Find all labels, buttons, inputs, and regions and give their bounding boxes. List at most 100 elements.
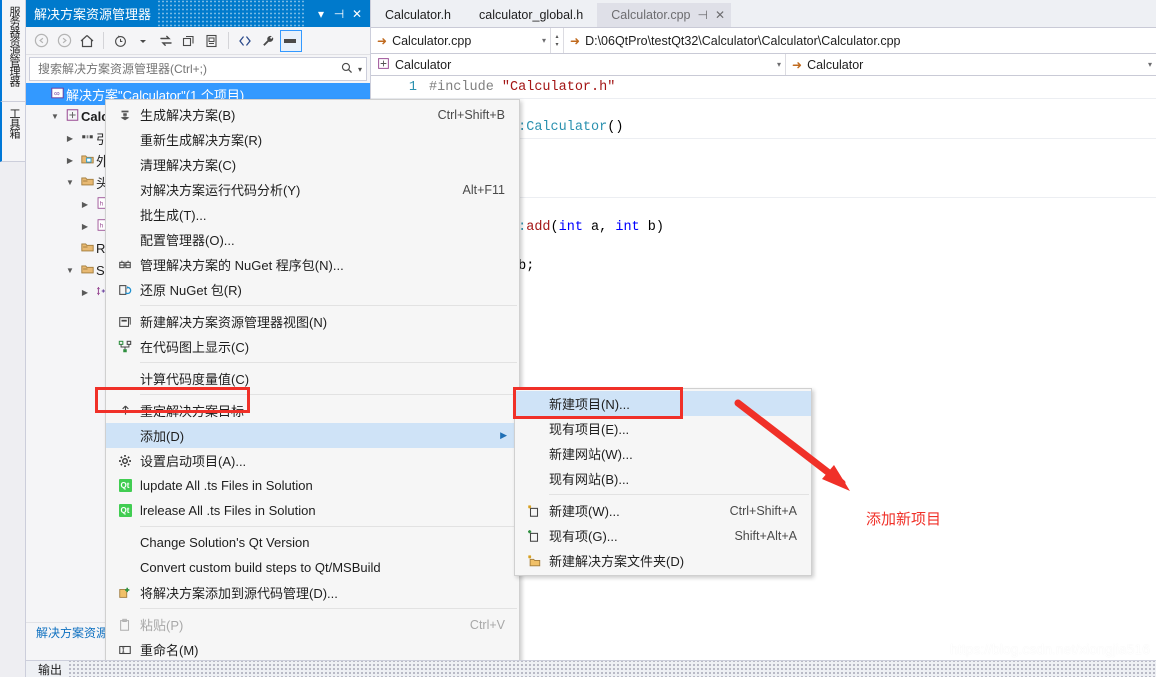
menu-item[interactable]: 新建项目(N)...: [515, 391, 811, 416]
editor-tab-calculator-h[interactable]: Calculator.h: [371, 3, 465, 27]
menu-separator: [140, 362, 517, 363]
code-map-icon: [118, 340, 132, 354]
forward-arrow-icon[interactable]: [53, 30, 75, 52]
tab-label: Calculator.cpp: [611, 8, 691, 22]
menu-item-label: 重新生成解决方案(R): [140, 133, 263, 148]
menu-item[interactable]: 批生成(T)...: [106, 202, 519, 227]
file-path-value: D:\06QtPro\testQt32\Calculator\Calculato…: [585, 33, 901, 48]
vtab-toolbox[interactable]: 工具箱: [0, 102, 25, 162]
menu-item[interactable]: 在代码图上显示(C): [106, 334, 519, 359]
sync-with-active-document-icon[interactable]: [155, 30, 177, 52]
nuget-icon: [118, 258, 132, 272]
menu-item[interactable]: 新建网站(W)...: [515, 441, 811, 466]
spinner-down-icon[interactable]: ▾: [551, 41, 563, 49]
menu-item-label: 粘贴(P): [140, 618, 184, 633]
search-icon[interactable]: [340, 61, 354, 78]
chevron-down-icon[interactable]: ▾: [1148, 60, 1152, 69]
menu-item-label: 对解决方案运行代码分析(Y): [140, 183, 301, 198]
menu-item-label: Change Solution's Qt Version: [140, 535, 310, 550]
menu-item[interactable]: 添加(D) ▶: [106, 423, 519, 448]
solution-explorer-search[interactable]: ▾: [29, 57, 367, 81]
file-path-dropdown[interactable]: ➜ D:\06QtPro\testQt32\Calculator\Calcula…: [564, 28, 1156, 53]
menu-item[interactable]: Change Solution's Qt Version: [106, 530, 519, 555]
editor-tab-calculator-cpp[interactable]: Calculator.cpp ⊣ ✕: [597, 3, 731, 27]
pin-icon[interactable]: ⊣: [697, 8, 707, 22]
menu-item-label: 新建解决方案资源管理器视图(N): [140, 315, 328, 330]
chevron-down-icon[interactable]: ▾: [542, 36, 546, 45]
menu-item-label: 新建项(W)...: [549, 504, 620, 519]
qt-icon: Qt: [118, 504, 132, 517]
menu-item[interactable]: 重新生成解决方案(R): [106, 127, 519, 152]
menu-item-label: 清理解决方案(C): [140, 158, 237, 173]
menu-item[interactable]: 新建解决方案文件夹(D): [515, 548, 811, 573]
project-dropdown[interactable]: ➜ Calculator.cpp ▾: [371, 28, 551, 53]
collapsed-twisty-icon[interactable]: ▶: [77, 222, 93, 231]
menu-item[interactable]: 现有项(G)... Shift+Alt+A: [515, 523, 811, 548]
menu-item[interactable]: 设置启动项目(A)...: [106, 448, 519, 473]
menu-item-shortcut: Alt+F11: [462, 182, 506, 197]
menu-item: 粘贴(P) Ctrl+V: [106, 612, 519, 637]
solution-explorer-view-icon[interactable]: [280, 29, 302, 52]
collapsed-twisty-icon[interactable]: ▶: [77, 200, 93, 209]
close-icon[interactable]: ✕: [348, 4, 366, 24]
menu-item[interactable]: 重定解决方案目标: [106, 398, 519, 423]
menu-item[interactable]: 重命名(M): [106, 637, 519, 662]
menu-separator: [140, 608, 517, 609]
properties-view-icon[interactable]: [201, 30, 223, 52]
expanded-twisty-icon[interactable]: ▼: [62, 178, 78, 187]
menu-item-label: lupdate All .ts Files in Solution: [140, 478, 313, 493]
class-dropdown-value: Calculator: [395, 57, 452, 72]
menu-item-label: 生成解决方案(B): [140, 108, 236, 123]
menu-item[interactable]: 新建项(W)... Ctrl+Shift+A: [515, 498, 811, 523]
back-arrow-icon[interactable]: [30, 30, 52, 52]
spinner-up-icon[interactable]: ▴: [551, 33, 563, 41]
menu-item[interactable]: 生成解决方案(B) Ctrl+Shift+B: [106, 102, 519, 127]
search-input[interactable]: [36, 61, 340, 77]
search-dropdown-icon[interactable]: ▾: [358, 65, 362, 74]
menu-item[interactable]: 现有项目(E)...: [515, 416, 811, 441]
menu-item[interactable]: 管理解决方案的 NuGet 程序包(N)...: [106, 252, 519, 277]
pin-icon[interactable]: ⊣: [330, 4, 348, 24]
chevron-down-icon[interactable]: ▾: [312, 4, 330, 24]
tab-label: calculator_global.h: [479, 8, 584, 22]
vtab-server-explorer[interactable]: 服务器资源管理器: [0, 0, 25, 102]
svg-text:h: h: [99, 222, 103, 229]
output-panel-header[interactable]: 输出: [26, 660, 1156, 677]
chevron-down-icon[interactable]: [132, 30, 154, 52]
home-icon[interactable]: [76, 30, 98, 52]
solution-icon: ∞: [50, 86, 65, 100]
menu-item[interactable]: Qt lrelease All .ts Files in Solution: [106, 498, 519, 523]
collapsed-twisty-icon[interactable]: ▶: [62, 134, 78, 143]
class-dropdown[interactable]: Calculator ▾: [371, 54, 786, 75]
collapsed-twisty-icon[interactable]: ▶: [77, 288, 93, 297]
editor-tab-calculator-global-h[interactable]: calculator_global.h: [465, 3, 597, 27]
close-icon[interactable]: ✕: [715, 8, 725, 22]
show-all-files-icon[interactable]: [234, 30, 256, 52]
menu-item[interactable]: Qt lupdate All .ts Files in Solution: [106, 473, 519, 498]
menu-item[interactable]: 将解决方案添加到源代码管理(D)...: [106, 580, 519, 605]
member-dropdown[interactable]: ➜ Calculator ▾: [786, 54, 1156, 75]
nav-spinner[interactable]: ▴ ▾: [551, 28, 564, 53]
menu-item-label: 将解决方案添加到源代码管理(D)...: [140, 586, 338, 601]
menu-item-label: Convert custom build steps to Qt/MSBuild: [140, 560, 381, 575]
expanded-twisty-icon[interactable]: ▼: [62, 266, 78, 275]
new-folder-icon: [527, 554, 542, 568]
external-deps-icon: [80, 152, 95, 166]
collapse-all-icon[interactable]: [178, 30, 200, 52]
menu-item-label: lrelease All .ts Files in Solution: [140, 503, 316, 518]
wrench-icon[interactable]: [257, 30, 279, 52]
menu-item[interactable]: 对解决方案运行代码分析(Y) Alt+F11: [106, 177, 519, 202]
menu-item[interactable]: Convert custom build steps to Qt/MSBuild: [106, 555, 519, 580]
menu-item[interactable]: 计算代码度量值(C): [106, 366, 519, 391]
left-dock-tabstrip: 服务器资源管理器 工具箱: [0, 0, 26, 677]
collapsed-twisty-icon[interactable]: ▶: [62, 156, 78, 165]
menu-item[interactable]: 清理解决方案(C): [106, 152, 519, 177]
menu-item[interactable]: 还原 NuGet 包(R): [106, 277, 519, 302]
menu-item[interactable]: 配置管理器(O)...: [106, 227, 519, 252]
menu-item-label: 现有项目(E)...: [549, 422, 630, 437]
expanded-twisty-icon[interactable]: ▼: [47, 112, 63, 121]
chevron-down-icon[interactable]: ▾: [777, 60, 781, 69]
pending-changes-icon[interactable]: [109, 30, 131, 52]
menu-item[interactable]: 新建解决方案资源管理器视图(N): [106, 309, 519, 334]
menu-item[interactable]: 现有网站(B)...: [515, 466, 811, 491]
